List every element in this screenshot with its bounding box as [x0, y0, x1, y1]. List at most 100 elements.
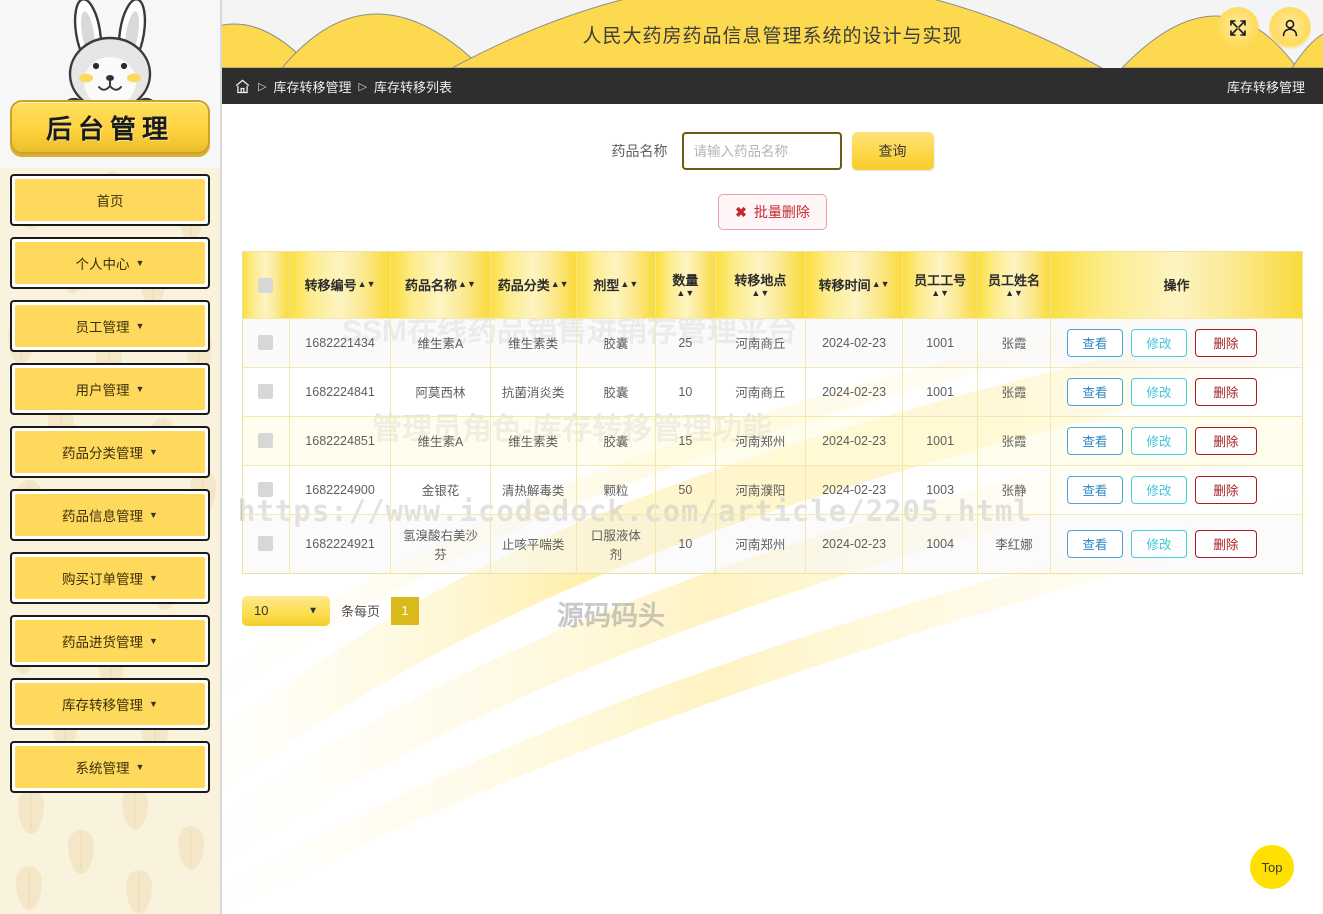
- scroll-to-top-button[interactable]: Top: [1250, 845, 1294, 889]
- app-root: 后台管理 首页 个人中心 ▼ 员工管理 ▼ 用户管理 ▼ 药品分类管理 ▼ 药品信息管理…: [0, 0, 1323, 914]
- breadcrumb-item-inventory-transfer-management[interactable]: 库存转移管理: [273, 77, 351, 96]
- inventory-transfer-table: 转移编号 ▲▼ 药品名称 ▲▼ 药品分类 ▲▼ 剂型 ▲▼ 数量 ▲▼ 转移地点…: [243, 252, 1302, 573]
- table-header-employee-name[interactable]: 员工姓名 ▲▼: [977, 252, 1051, 318]
- sidebar-menu: 首页 个人中心 ▼ 员工管理 ▼ 用户管理 ▼ 药品分类管理 ▼ 药品信息管理 ▼ 购买订…: [0, 168, 220, 793]
- cell-drug-category: 维生素类: [490, 415, 577, 465]
- sidebar-item-system-management[interactable]: 系统管理 ▼: [10, 741, 210, 793]
- cell-operations: 查看 修改 删除: [1050, 513, 1302, 573]
- row-checkbox[interactable]: [258, 335, 274, 351]
- cell-drug-name: 维生素A: [390, 415, 491, 465]
- app-banner: 人民大药房药品信息管理系统的设计与实现: [222, 0, 1323, 68]
- chevron-down-icon: ▼: [149, 635, 158, 646]
- row-checkbox[interactable]: [258, 433, 274, 449]
- edit-button[interactable]: 修改: [1130, 529, 1187, 558]
- view-button[interactable]: 查看: [1066, 529, 1123, 558]
- delete-button[interactable]: 删除: [1194, 328, 1257, 357]
- user-icon[interactable]: [1269, 7, 1311, 49]
- table-header-transfer-location[interactable]: 转移地点 ▲▼: [715, 252, 807, 318]
- chevron-down-icon: ▼: [149, 509, 158, 520]
- per-page-label: 条每页: [341, 604, 381, 619]
- sort-icon: ▲▼: [871, 279, 890, 290]
- sidebar-item-user-management[interactable]: 用户管理 ▼: [10, 363, 210, 415]
- home-icon[interactable]: [234, 78, 251, 95]
- view-button[interactable]: 查看: [1066, 328, 1123, 357]
- search-input[interactable]: [681, 132, 842, 170]
- breadcrumb-separator: ▷: [258, 80, 267, 93]
- cell-transfer-id: 1682224851: [289, 415, 392, 465]
- cell-drug-name: 氢溴酸右美沙芬: [390, 513, 491, 573]
- page-size-select[interactable]: 10 20 50 100: [242, 595, 330, 626]
- edit-button[interactable]: 修改: [1130, 475, 1187, 504]
- sidebar-item-drug-category-management[interactable]: 药品分类管理 ▼: [10, 426, 210, 478]
- table-header-transfer-time[interactable]: 转移时间 ▲▼: [805, 252, 904, 318]
- cell-quantity: 50: [655, 464, 716, 514]
- breadcrumb-item-inventory-transfer-list[interactable]: 库存转移列表: [374, 77, 452, 96]
- sidebar-item-employee-management[interactable]: 员工管理 ▼: [10, 300, 210, 352]
- sort-icon: ▲▼: [751, 287, 770, 298]
- cell-drug-name: 金银花: [390, 464, 491, 514]
- cell-drug-category: 维生素类: [490, 317, 577, 367]
- edit-button[interactable]: 修改: [1130, 426, 1187, 455]
- row-checkbox[interactable]: [258, 384, 274, 400]
- table-header-row: 转移编号 ▲▼ 药品名称 ▲▼ 药品分类 ▲▼ 剂型 ▲▼ 数量 ▲▼ 转移地点…: [243, 252, 1302, 318]
- sidebar-item-purchase-order-management[interactable]: 购买订单管理 ▼: [10, 552, 210, 604]
- table-header-quantity[interactable]: 数量 ▲▼: [655, 252, 716, 318]
- table-header-employee-id[interactable]: 员工工号 ▲▼: [902, 252, 979, 318]
- sidebar-item-inventory-transfer-management[interactable]: 库存转移管理 ▼: [10, 678, 210, 730]
- sort-icon: ▲▼: [357, 279, 376, 290]
- sidebar-logo-plate: 后台管理: [10, 100, 210, 154]
- cell-transfer-location: 河南郑州: [715, 513, 807, 573]
- page-number-1[interactable]: 1: [391, 596, 420, 625]
- row-checkbox[interactable]: [258, 482, 274, 498]
- cell-transfer-id: 1682221434: [289, 317, 392, 367]
- breadcrumb-separator: ▷: [358, 80, 367, 93]
- edit-button[interactable]: 修改: [1130, 328, 1187, 357]
- search-button[interactable]: 查询: [851, 132, 934, 170]
- row-checkbox[interactable]: [258, 536, 274, 552]
- sort-icon: ▲▼: [676, 287, 695, 298]
- row-select-cell: [243, 366, 290, 416]
- fullscreen-icon[interactable]: [1217, 7, 1259, 49]
- table-header-drug-name[interactable]: 药品名称 ▲▼: [390, 252, 491, 318]
- cell-employee-name: 张静: [977, 464, 1051, 514]
- sidebar-item-home[interactable]: 首页: [10, 174, 210, 226]
- cell-employee-id: 1001: [902, 366, 979, 416]
- cell-employee-name: 张霞: [977, 317, 1051, 367]
- bulk-delete-label: 批量删除: [753, 204, 810, 220]
- delete-button[interactable]: 删除: [1194, 529, 1257, 558]
- cell-employee-id: 1003: [902, 464, 979, 514]
- page-title: 人民大药房药品信息管理系统的设计与实现: [582, 25, 963, 47]
- cell-drug-category: 止咳平喘类: [490, 513, 577, 573]
- edit-button[interactable]: 修改: [1130, 377, 1187, 406]
- cell-transfer-id: 1682224900: [289, 464, 392, 514]
- chevron-down-icon: ▼: [135, 383, 145, 394]
- table-row: 1682224900 金银花 清热解毒类 颗粒 50 河南濮阳 2024-02-…: [243, 464, 1302, 514]
- cell-quantity: 10: [655, 513, 716, 573]
- data-table-container: 转移编号 ▲▼ 药品名称 ▲▼ 药品分类 ▲▼ 剂型 ▲▼ 数量 ▲▼ 转移地点…: [242, 251, 1303, 574]
- table-header-transfer-id[interactable]: 转移编号 ▲▼: [289, 252, 392, 318]
- select-all-checkbox[interactable]: [258, 277, 274, 293]
- sidebar-item-label: 首页: [96, 194, 124, 209]
- delete-button[interactable]: 删除: [1194, 475, 1257, 504]
- cell-dosage-form: 胶囊: [576, 366, 657, 416]
- sidebar-item-personal-center[interactable]: 个人中心 ▼: [10, 237, 210, 289]
- pagination: 10 20 50 100 ▼ 条每页 1: [242, 595, 1323, 626]
- table-header-operations: 操作: [1050, 252, 1302, 318]
- table-header-select-all: [243, 252, 290, 318]
- banner-icon-group: [1217, 7, 1311, 49]
- view-button[interactable]: 查看: [1066, 426, 1123, 455]
- delete-button[interactable]: 删除: [1194, 426, 1257, 455]
- sidebar-item-drug-stocking-management[interactable]: 药品进货管理 ▼: [10, 615, 210, 667]
- delete-button[interactable]: 删除: [1194, 377, 1257, 406]
- view-button[interactable]: 查看: [1066, 475, 1123, 504]
- chevron-down-icon: ▼: [149, 698, 158, 709]
- chevron-down-icon: ▼: [135, 761, 145, 772]
- bulk-delete-button[interactable]: ✖ 批量删除: [718, 194, 827, 230]
- view-button[interactable]: 查看: [1066, 377, 1123, 406]
- sidebar-item-drug-info-management[interactable]: 药品信息管理 ▼: [10, 489, 210, 541]
- table-header-drug-category[interactable]: 药品分类 ▲▼: [490, 252, 577, 318]
- table-header-dosage-form[interactable]: 剂型 ▲▼: [576, 252, 657, 318]
- cell-quantity: 10: [655, 366, 716, 416]
- table-body: 1682221434 维生素A 维生素类 胶囊 25 河南商丘 2024-02-…: [243, 317, 1302, 573]
- sidebar-item-label: 药品信息管理: [62, 509, 144, 524]
